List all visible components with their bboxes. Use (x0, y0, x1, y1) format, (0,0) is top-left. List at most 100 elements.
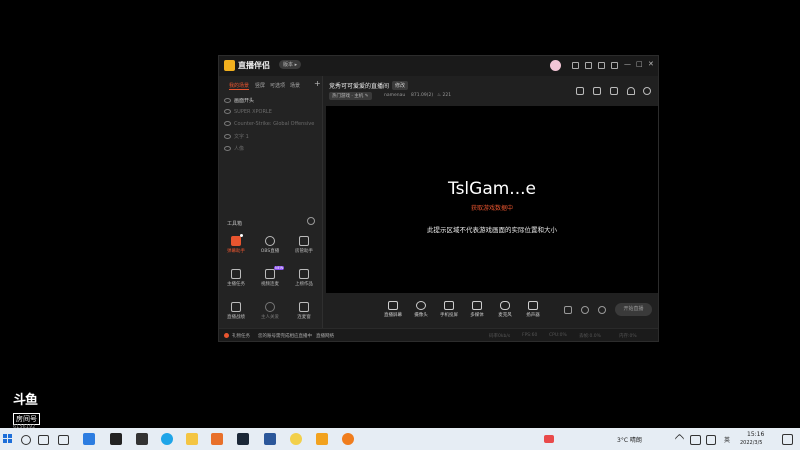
status-text-1[interactable]: 礼物任务 (232, 333, 250, 339)
avatar[interactable] (550, 60, 561, 71)
maximize-button[interactable]: □ (636, 60, 643, 68)
game-icon[interactable] (290, 433, 302, 445)
source-item[interactable]: 文字 1 (224, 133, 249, 140)
eye-icon[interactable] (224, 121, 231, 126)
tool-label: 多媒体 (470, 313, 484, 318)
chevron-up-icon[interactable] (674, 433, 685, 444)
close-button[interactable]: ✕ (648, 60, 654, 68)
video-icon[interactable] (564, 306, 572, 314)
tool-care[interactable]: 主人关爱 (255, 302, 285, 320)
stat-bitrate: 码率0kb/s (489, 334, 511, 339)
tab-vertical[interactable]: 竖屏 (255, 82, 265, 89)
tool-room-manager[interactable]: 房管助手 (289, 236, 319, 254)
heart-icon (265, 302, 275, 312)
tool-tasks[interactable]: 主播任务 (221, 269, 251, 287)
record-icon[interactable] (581, 306, 589, 314)
tray-app-icon[interactable] (544, 435, 554, 443)
status-text-3[interactable]: 直播网络 (316, 333, 334, 339)
widget-icon[interactable] (58, 435, 69, 445)
tool-danmu[interactable]: 弹幕助手 (221, 234, 251, 254)
tool-label: 摄像头 (414, 313, 428, 318)
share-screen-icon[interactable] (576, 87, 584, 95)
minimize-button[interactable]: — (624, 60, 631, 68)
tools-title: 工具箱 (227, 221, 243, 227)
douyu-icon[interactable] (316, 433, 328, 445)
stat-drop: 丢帧:0.0% (579, 334, 601, 339)
edge-icon[interactable] (161, 433, 173, 445)
version-badge[interactable]: 版本 ▸ (279, 60, 302, 69)
layers-icon[interactable] (610, 87, 618, 95)
media-app-icon[interactable] (110, 433, 122, 445)
status-text-2: 您的账号需完成相应直播中 (258, 334, 312, 339)
tool-record[interactable]: 直播战绩 (221, 302, 251, 320)
microphone-button[interactable]: 麦克风 (492, 301, 518, 318)
media-button[interactable]: 多媒体 (464, 301, 490, 318)
edit-title-button[interactable]: 修改 (392, 81, 409, 90)
fire-icon[interactable] (342, 433, 354, 445)
task-view-icon[interactable] (38, 435, 49, 445)
stat-memory: 内存:0% (619, 334, 637, 339)
eye-icon[interactable] (224, 98, 231, 103)
share-icon[interactable] (643, 87, 651, 95)
store-icon[interactable] (211, 433, 223, 445)
bell-icon[interactable] (627, 87, 635, 95)
weather[interactable]: 3°C 晴朗 (617, 435, 642, 444)
title-bar: 直播伴侣 版本 ▸ — □ ✕ (219, 56, 658, 76)
window-icon (299, 302, 309, 312)
eye-icon[interactable] (224, 109, 231, 114)
clock-date[interactable]: 2022/3/5 (740, 440, 762, 446)
network-icon[interactable] (690, 435, 701, 445)
app-icon[interactable] (136, 433, 148, 445)
source-item[interactable]: Counter-Strike: Global Offensive (224, 121, 314, 127)
source-label: 文字 1 (234, 134, 249, 140)
phone-cast-button[interactable]: 手机投屏 (436, 301, 462, 318)
start-live-button[interactable]: 开始直播 (615, 303, 652, 316)
taskbar: 3°C 晴朗 英 15:16 2022/3/5 (0, 428, 800, 450)
speaker-button[interactable]: 扬声器 (520, 301, 546, 318)
volume-icon[interactable] (706, 435, 716, 445)
screen-icon (388, 301, 398, 310)
app-logo-icon (224, 60, 235, 71)
skin-icon[interactable] (598, 62, 605, 69)
tab-scene[interactable]: 场景 (290, 82, 300, 89)
add-scene-button[interactable]: + (314, 79, 321, 88)
notification-icon[interactable] (782, 434, 793, 445)
tool-label: 扬声器 (526, 313, 540, 318)
tool-video-link[interactable]: NEW 视频连麦 (255, 266, 285, 287)
lock-icon[interactable] (593, 87, 601, 95)
category-tag[interactable]: 热门游戏 · 主机 ✎ (329, 92, 372, 100)
link-icon (265, 269, 275, 279)
tool-label: 手机投屏 (440, 313, 458, 318)
preview-area[interactable]: TslGam...e 获取游戏数据中 此提示区域不代表游戏画面的实际位置和大小 (326, 106, 658, 293)
search-icon[interactable] (21, 435, 31, 445)
eye-icon[interactable] (224, 134, 231, 139)
camera-button[interactable]: 摄像头 (408, 301, 434, 318)
eye-icon[interactable] (224, 146, 231, 151)
menu-icon[interactable] (611, 62, 618, 69)
tool-label: 上榜作品 (295, 282, 313, 287)
tab-options[interactable]: 可选项 (270, 82, 285, 89)
source-item[interactable]: SUPER XPORLE (224, 109, 272, 115)
explorer-icon[interactable] (83, 433, 95, 445)
message-icon[interactable] (572, 62, 579, 69)
windows-start-icon[interactable] (3, 434, 13, 444)
tool-link-window[interactable]: 连麦窗 (289, 302, 319, 320)
tool-rank[interactable]: 上榜作品 (289, 269, 319, 287)
tool-label: 主人关爱 (261, 315, 279, 320)
tool-label: 弹幕助手 (227, 249, 245, 254)
word-icon[interactable] (264, 433, 276, 445)
obs-icon (265, 236, 275, 246)
tool-obs[interactable]: OBS直播 (255, 236, 285, 254)
source-item[interactable]: 人像 (224, 145, 244, 152)
room-title: 竞秀可可爱爱的直播间 (329, 83, 390, 90)
source-item[interactable]: 画面开头 (224, 97, 254, 104)
tab-my-scene[interactable]: 我的场景 (229, 82, 249, 89)
gear-icon[interactable] (307, 217, 315, 225)
settings-icon[interactable] (585, 62, 592, 69)
settings-icon[interactable] (598, 306, 606, 314)
folder-icon[interactable] (186, 433, 198, 445)
clock-time[interactable]: 15:16 (747, 431, 764, 438)
steam-icon[interactable] (237, 433, 249, 445)
ime-indicator[interactable]: 英 (724, 435, 730, 444)
screen-button[interactable]: 直播屏幕 (380, 301, 406, 318)
